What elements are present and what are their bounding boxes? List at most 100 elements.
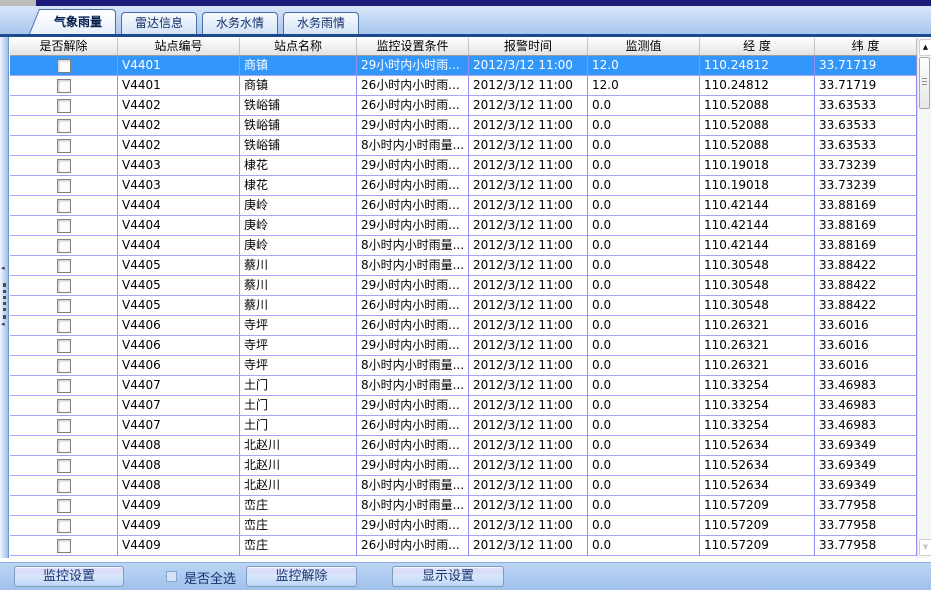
release-checkbox[interactable] bbox=[57, 499, 71, 513]
scroll-up-icon[interactable]: ▲ bbox=[919, 39, 931, 56]
release-checkbox[interactable] bbox=[57, 379, 71, 393]
tab-radar-info[interactable]: 雷达信息 bbox=[121, 12, 197, 34]
cell-condition: 29小时内小时雨... bbox=[357, 456, 469, 476]
release-checkbox[interactable] bbox=[57, 279, 71, 293]
table-row[interactable]: V4401商镇29小时内小时雨...2012/3/12 11:0012.0110… bbox=[10, 56, 917, 76]
column-header-condition[interactable]: 监控设置条件 bbox=[357, 38, 469, 55]
release-checkbox[interactable] bbox=[57, 199, 71, 213]
cell-lon: 110.42144 bbox=[700, 216, 815, 236]
release-checkbox[interactable] bbox=[57, 519, 71, 533]
column-header-release[interactable]: 是否解除 bbox=[10, 38, 118, 55]
cell-lon: 110.19018 bbox=[700, 176, 815, 196]
left-splitter[interactable]: ◂ ◂ bbox=[0, 37, 9, 590]
cell-lon: 110.52088 bbox=[700, 136, 815, 156]
release-checkbox-cell bbox=[10, 256, 118, 276]
tab-water-condition[interactable]: 水务水情 bbox=[202, 12, 278, 34]
monitor-release-button[interactable]: 监控解除 bbox=[246, 566, 357, 587]
table-row[interactable]: V4409峦庄29小时内小时雨...2012/3/12 11:000.0110.… bbox=[10, 516, 917, 536]
cell-name: 棣花 bbox=[240, 176, 357, 196]
table-row[interactable]: V4406寺坪29小时内小时雨...2012/3/12 11:000.0110.… bbox=[10, 336, 917, 356]
cell-name: 峦庄 bbox=[240, 516, 357, 536]
column-header-station-name[interactable]: 站点名称 bbox=[240, 38, 357, 55]
table-row[interactable]: V4409峦庄26小时内小时雨...2012/3/12 11:000.0110.… bbox=[10, 536, 917, 556]
release-checkbox[interactable] bbox=[57, 219, 71, 233]
cell-condition: 29小时内小时雨... bbox=[357, 56, 469, 76]
cell-value: 0.0 bbox=[588, 376, 700, 396]
splitter-grip[interactable] bbox=[3, 283, 6, 319]
release-checkbox[interactable] bbox=[57, 419, 71, 433]
cell-condition: 26小时内小时雨... bbox=[357, 436, 469, 456]
cell-time: 2012/3/12 11:00 bbox=[469, 96, 588, 116]
cell-id: V4401 bbox=[118, 76, 240, 96]
tab-water-rain-condition[interactable]: 水务雨情 bbox=[283, 12, 359, 34]
table-row[interactable]: V4402铁峪铺26小时内小时雨...2012/3/12 11:000.0110… bbox=[10, 96, 917, 116]
table-row[interactable]: V4407土门29小时内小时雨...2012/3/12 11:000.0110.… bbox=[10, 396, 917, 416]
scrollbar-thumb[interactable] bbox=[919, 57, 930, 109]
cell-lon: 110.19018 bbox=[700, 156, 815, 176]
release-checkbox-cell bbox=[10, 536, 118, 556]
release-checkbox[interactable] bbox=[57, 159, 71, 173]
release-checkbox-cell bbox=[10, 316, 118, 336]
release-checkbox-cell bbox=[10, 176, 118, 196]
table-row[interactable]: V4404庚岭26小时内小时雨...2012/3/12 11:000.0110.… bbox=[10, 196, 917, 216]
monitor-settings-button[interactable]: 监控设置 bbox=[14, 566, 124, 587]
cell-id: V4403 bbox=[118, 176, 240, 196]
display-settings-button[interactable]: 显示设置 bbox=[392, 566, 504, 587]
table-row[interactable]: V4408北赵川29小时内小时雨...2012/3/12 11:000.0110… bbox=[10, 456, 917, 476]
table-row[interactable]: V4405蔡川8小时内小时雨量...2012/3/12 11:000.0110.… bbox=[10, 256, 917, 276]
table-row[interactable]: V4405蔡川26小时内小时雨...2012/3/12 11:000.0110.… bbox=[10, 296, 917, 316]
cell-lat: 33.46983 bbox=[815, 416, 917, 436]
release-checkbox[interactable] bbox=[57, 119, 71, 133]
table-row[interactable]: V4406寺坪26小时内小时雨...2012/3/12 11:000.0110.… bbox=[10, 316, 917, 336]
column-header-longitude[interactable]: 经 度 bbox=[700, 38, 815, 55]
table-row[interactable]: V4403棣花26小时内小时雨...2012/3/12 11:000.0110.… bbox=[10, 176, 917, 196]
table-row[interactable]: V4405蔡川29小时内小时雨...2012/3/12 11:000.0110.… bbox=[10, 276, 917, 296]
table-row[interactable]: V4406寺坪8小时内小时雨量...2012/3/12 11:000.0110.… bbox=[10, 356, 917, 376]
release-checkbox[interactable] bbox=[57, 79, 71, 93]
select-all-checkbox[interactable] bbox=[166, 571, 177, 582]
release-checkbox[interactable] bbox=[57, 99, 71, 113]
table-row[interactable]: V4404庚岭8小时内小时雨量...2012/3/12 11:000.0110.… bbox=[10, 236, 917, 256]
release-checkbox[interactable] bbox=[57, 59, 71, 73]
scroll-down-icon[interactable]: ▼ bbox=[919, 539, 931, 556]
collapse-left-icon[interactable]: ◂ bbox=[1, 265, 5, 272]
release-checkbox[interactable] bbox=[57, 259, 71, 273]
column-header-value[interactable]: 监测值 bbox=[588, 38, 700, 55]
table-row[interactable]: V4409峦庄8小时内小时雨量...2012/3/12 11:000.0110.… bbox=[10, 496, 917, 516]
table-row[interactable]: V4407土门8小时内小时雨量...2012/3/12 11:000.0110.… bbox=[10, 376, 917, 396]
cell-condition: 8小时内小时雨量... bbox=[357, 376, 469, 396]
release-checkbox[interactable] bbox=[57, 539, 71, 553]
table-row[interactable]: V4404庚岭29小时内小时雨...2012/3/12 11:000.0110.… bbox=[10, 216, 917, 236]
column-header-alarm-time[interactable]: 报警时间 bbox=[469, 38, 588, 55]
cell-value: 12.0 bbox=[588, 56, 700, 76]
cell-lat: 33.69349 bbox=[815, 456, 917, 476]
column-header-latitude[interactable]: 纬 度 bbox=[815, 38, 917, 55]
collapse-left-icon[interactable]: ◂ bbox=[1, 321, 5, 328]
release-checkbox[interactable] bbox=[57, 179, 71, 193]
release-checkbox[interactable] bbox=[57, 139, 71, 153]
vertical-scrollbar[interactable]: ▲ ▼ bbox=[917, 38, 931, 558]
cell-value: 0.0 bbox=[588, 396, 700, 416]
release-checkbox[interactable] bbox=[57, 239, 71, 253]
table-row[interactable]: V4401商镇26小时内小时雨...2012/3/12 11:0012.0110… bbox=[10, 76, 917, 96]
cell-name: 棣花 bbox=[240, 156, 357, 176]
release-checkbox[interactable] bbox=[57, 299, 71, 313]
cell-lon: 110.24812 bbox=[700, 56, 815, 76]
release-checkbox[interactable] bbox=[57, 339, 71, 353]
release-checkbox[interactable] bbox=[57, 359, 71, 373]
release-checkbox[interactable] bbox=[57, 319, 71, 333]
tab-weather-rainfall[interactable]: 气象雨量 bbox=[40, 9, 116, 34]
release-checkbox[interactable] bbox=[57, 459, 71, 473]
table-row[interactable]: V4403棣花29小时内小时雨...2012/3/12 11:000.0110.… bbox=[10, 156, 917, 176]
release-checkbox[interactable] bbox=[57, 439, 71, 453]
release-checkbox[interactable] bbox=[57, 399, 71, 413]
column-header-station-id[interactable]: 站点编号 bbox=[118, 38, 240, 55]
table-row[interactable]: V4402铁峪铺8小时内小时雨量...2012/3/12 11:000.0110… bbox=[10, 136, 917, 156]
table-row[interactable]: V4408北赵川8小时内小时雨量...2012/3/12 11:000.0110… bbox=[10, 476, 917, 496]
cell-condition: 8小时内小时雨量... bbox=[357, 256, 469, 276]
table-row[interactable]: V4408北赵川26小时内小时雨...2012/3/12 11:000.0110… bbox=[10, 436, 917, 456]
table-row[interactable]: V4407土门26小时内小时雨...2012/3/12 11:000.0110.… bbox=[10, 416, 917, 436]
table-row[interactable]: V4402铁峪铺29小时内小时雨...2012/3/12 11:000.0110… bbox=[10, 116, 917, 136]
cell-id: V4407 bbox=[118, 376, 240, 396]
release-checkbox[interactable] bbox=[57, 479, 71, 493]
